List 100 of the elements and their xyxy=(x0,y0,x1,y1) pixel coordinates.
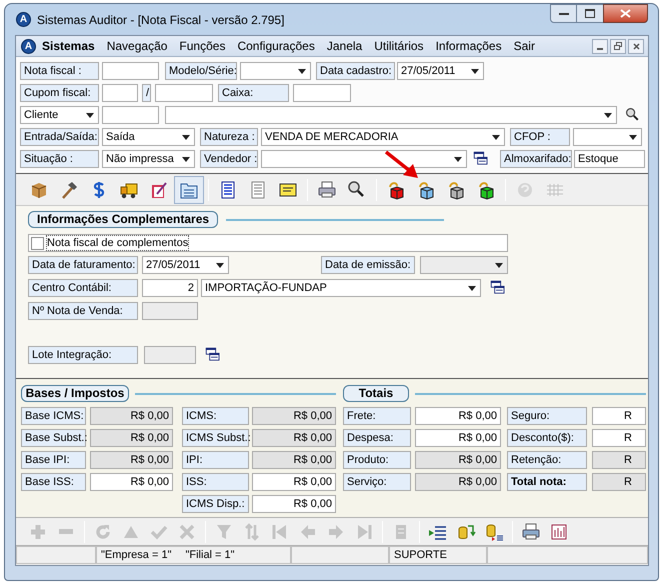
number-field[interactable]: 2 xyxy=(142,279,198,297)
caret-icon xyxy=(86,112,94,118)
menu-item[interactable]: Funções xyxy=(179,37,226,55)
caret-icon xyxy=(298,68,306,74)
dropdown[interactable] xyxy=(261,150,467,168)
hammer-icon xyxy=(59,180,79,200)
maximize-icon xyxy=(585,9,595,18)
dropdown[interactable]: IMPORTAÇÃO-FUNDAP xyxy=(201,279,481,297)
field-label: Natureza : xyxy=(200,128,258,146)
dropdown[interactable]: 27/05/2011 xyxy=(397,62,484,80)
dropdown[interactable]: Cliente xyxy=(20,106,99,124)
printer-icon xyxy=(521,522,541,542)
section-title: Informações Complementares xyxy=(28,211,218,228)
close-icon xyxy=(632,42,640,50)
close-icon xyxy=(620,9,631,18)
currency-field[interactable]: R$ 0,00 xyxy=(252,473,336,491)
field-label: Despesa: xyxy=(343,429,411,447)
field-label: Centro Contábil: xyxy=(28,279,138,297)
field-label: Total nota: xyxy=(507,473,587,491)
menu-item[interactable]: Sistemas xyxy=(42,37,95,55)
menu-item[interactable]: Informações xyxy=(436,37,502,55)
field-label: Retenção: xyxy=(507,451,587,469)
mdi-minimize-button[interactable] xyxy=(592,38,608,54)
currency-field: R$ 0,00 xyxy=(252,451,336,469)
minimize-button[interactable] xyxy=(550,4,577,23)
field-label: Lote Integração: xyxy=(28,346,138,364)
windows-icon xyxy=(490,280,507,296)
dropdown[interactable]: Saída xyxy=(102,128,195,146)
currency-field[interactable]: R$ 0,00 xyxy=(415,429,501,447)
caret-icon xyxy=(454,156,462,162)
field-label: Desconto($): xyxy=(507,429,587,447)
currency-field: R xyxy=(592,473,646,491)
checkbox[interactable] xyxy=(31,236,44,250)
notepad-icon xyxy=(149,180,169,200)
chart-icon xyxy=(549,522,569,542)
mdi-restore-button[interactable] xyxy=(610,38,626,54)
close-button[interactable] xyxy=(603,4,648,23)
menu-item[interactable]: Navegação xyxy=(106,37,168,55)
cube-icon xyxy=(476,180,496,200)
field-label: IPI: xyxy=(182,451,249,469)
currency-field[interactable]: R xyxy=(592,407,646,425)
menu-item[interactable]: Configurações xyxy=(237,37,315,55)
field-label: Caixa: xyxy=(218,84,289,102)
currency-field: R$ 0,00 xyxy=(252,407,336,425)
text-field[interactable] xyxy=(155,84,213,102)
mdi-close-button[interactable] xyxy=(628,38,644,54)
minimize-icon xyxy=(597,48,603,50)
search-icon xyxy=(625,107,641,123)
menu-item[interactable]: Utilitários xyxy=(374,37,424,55)
field-label: ICMS: xyxy=(182,407,249,425)
field-label: Cupom fiscal: xyxy=(20,84,99,102)
currency-field[interactable]: R$ 0,00 xyxy=(252,495,336,513)
pointer-arrow xyxy=(384,150,420,180)
field-label: ICMS Subst.: xyxy=(182,429,249,447)
menu-item[interactable]: Janela xyxy=(326,37,362,55)
currency-field[interactable]: R xyxy=(592,429,646,447)
app-logo: A xyxy=(16,12,31,27)
minimize-icon xyxy=(558,12,568,16)
currency-field: R$ 0,00 xyxy=(415,451,501,469)
field-label: Modelo/Série: xyxy=(165,62,237,80)
field-label: Data de emissão: xyxy=(321,256,415,274)
status-text: SUPORTE xyxy=(394,548,447,563)
field-label: Base ICMS: xyxy=(21,407,86,425)
dropdown[interactable]: Não impressa xyxy=(102,150,195,168)
text-field[interactable]: Estoque xyxy=(574,150,645,168)
field-label: ICMS Disp.: xyxy=(182,495,249,513)
currency-field[interactable]: R$ 0,00 xyxy=(90,473,173,491)
currency-field: R xyxy=(592,451,646,469)
menu-item[interactable]: Sair xyxy=(514,37,535,55)
text-field[interactable] xyxy=(102,106,159,124)
app-logo: A xyxy=(21,38,36,54)
field-label: Data cadastro: xyxy=(316,62,395,80)
text-field[interactable] xyxy=(102,84,138,102)
currency-field: R$ 0,00 xyxy=(90,429,173,447)
maximize-button[interactable] xyxy=(577,4,603,23)
field-label: Serviço: xyxy=(343,473,411,491)
field-label: Frete: xyxy=(343,407,411,425)
text-field[interactable] xyxy=(293,84,351,102)
caret-icon xyxy=(495,262,503,268)
field-label: Base Subst.: xyxy=(21,429,86,447)
folder-list-button[interactable] xyxy=(174,176,204,204)
window-title: Sistemas Auditor - [Nota Fiscal - versão 2.795] xyxy=(37,12,284,28)
restore-icon xyxy=(614,42,622,50)
field-label: Base IPI: xyxy=(21,451,86,469)
field-label: Base ISS: xyxy=(21,473,86,491)
caret-icon xyxy=(629,134,637,140)
status-text: "Empresa = 1" xyxy=(101,548,172,563)
text-field[interactable] xyxy=(102,62,159,80)
field-label: Almoxarifado: xyxy=(500,150,572,168)
caret-icon xyxy=(216,262,224,268)
field-label: / xyxy=(142,84,151,102)
field-label: CFOP : xyxy=(510,128,570,146)
dropdown[interactable]: 27/05/2011 xyxy=(142,256,229,274)
currency-field: R$ 0,00 xyxy=(90,407,173,425)
section-title: Totais xyxy=(343,385,409,402)
field-label: Seguro: xyxy=(507,407,587,425)
field-label: Nº Nota de Venda: xyxy=(28,302,138,320)
currency-field: R$ 0,00 xyxy=(415,473,501,491)
dropdown[interactable]: VENDA DE MERCADORIA xyxy=(261,128,505,146)
currency-field[interactable]: R$ 0,00 xyxy=(415,407,501,425)
